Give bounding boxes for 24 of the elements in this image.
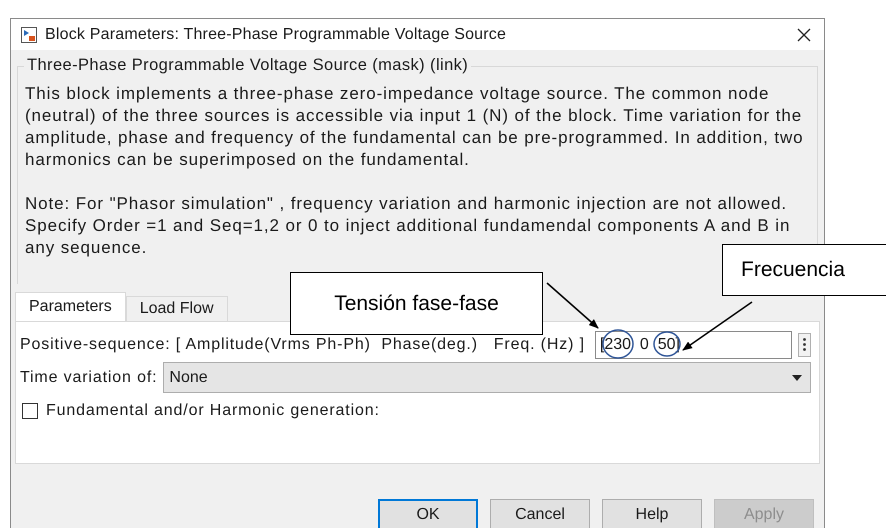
arrow bbox=[682, 301, 752, 351]
window-title: Block Parameters: Three-Phase Programmable Voltage Source bbox=[45, 26, 508, 44]
description-text: This block implements a three-phase zero-impedance voltage source. The common node (neutral) of the three sources is accessible via input 1 (N) of the block. Time variation for the amplitude, phase and frequency of the fundamental can be pre-programmed. In addition, two harmonics can be superimposed on the fundamental. bbox=[25, 83, 804, 171]
description-text: Note: For "Phasor simulation" , frequency variation and harmonic injection are not allowed. Specify Order =1 and Seq=1,2 or 0 to inject additional fundamendal components A and B in any sequence. bbox=[25, 193, 792, 259]
group-title: Three-Phase Programmable Voltage Source (mask) (link) bbox=[24, 56, 472, 75]
highlight-ellipse bbox=[653, 331, 681, 357]
checkbox[interactable] bbox=[22, 402, 38, 418]
callout-text: Tensión fase-fase bbox=[334, 292, 499, 316]
more-button[interactable] bbox=[798, 332, 811, 356]
field-label: Time variation of: bbox=[20, 368, 158, 386]
arrow bbox=[546, 282, 599, 329]
tab[interactable]: Load Flow bbox=[126, 296, 228, 321]
tab[interactable]: Parameters bbox=[15, 292, 126, 321]
dropdown[interactable]: None bbox=[163, 362, 811, 393]
checkbox-label: Fundamental and/or Harmonic generation: bbox=[46, 402, 380, 420]
dropdown-arrow-icon bbox=[792, 374, 802, 380]
more-icon bbox=[803, 338, 806, 351]
callout-text: Frecuencia bbox=[741, 258, 845, 282]
close-icon bbox=[797, 28, 811, 42]
dialog-button[interactable]: OK bbox=[378, 499, 478, 528]
dialog-button[interactable]: Cancel bbox=[490, 499, 590, 528]
block-icon bbox=[21, 26, 37, 42]
field-label: Positive-sequence: [ Amplitude(Vrms Ph-Ph) Phase(deg.) Freq. (Hz) ] bbox=[20, 336, 585, 354]
dialog-button[interactable]: Help bbox=[602, 499, 702, 528]
